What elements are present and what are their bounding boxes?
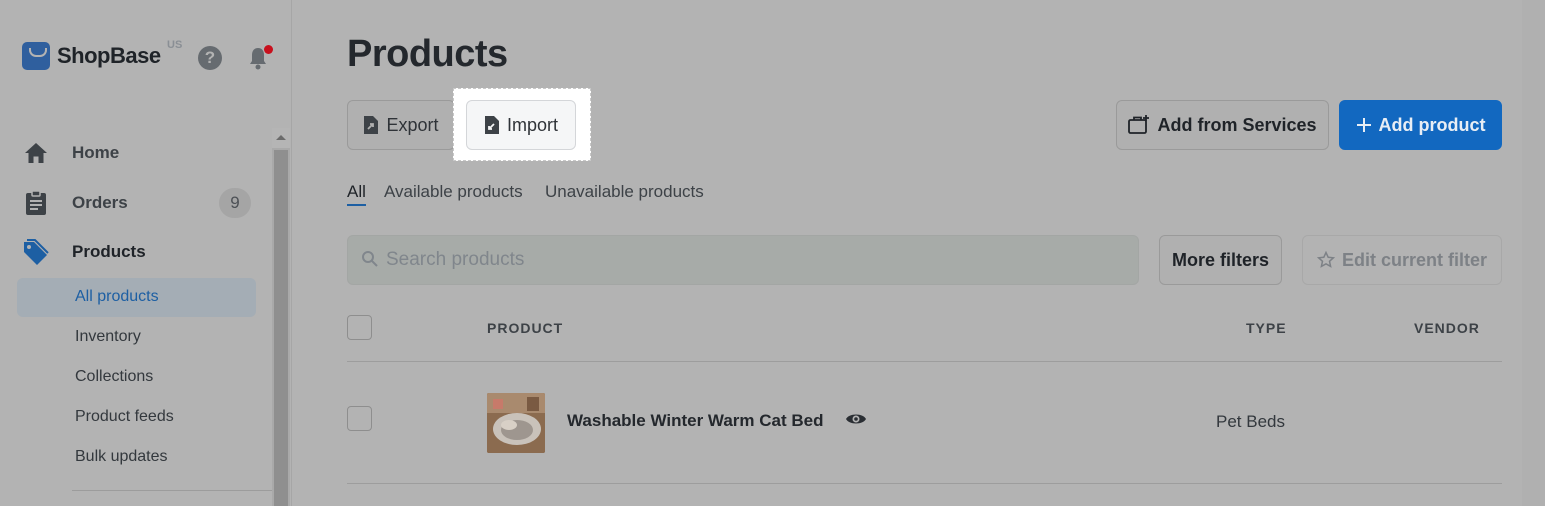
select-all-checkbox[interactable] bbox=[347, 315, 372, 340]
export-button[interactable]: Export bbox=[347, 100, 455, 150]
briefcase-plus-icon bbox=[1128, 115, 1150, 134]
sidebar-item-label: Orders bbox=[72, 193, 128, 212]
active-tab-underline bbox=[347, 204, 366, 206]
region-label: US bbox=[167, 39, 183, 51]
table-row-divider bbox=[347, 483, 1502, 484]
file-import-icon bbox=[484, 116, 499, 134]
more-filters-button[interactable]: More filters bbox=[1159, 235, 1282, 285]
product-type: Pet Beds bbox=[1216, 412, 1285, 431]
search-input[interactable] bbox=[386, 236, 1126, 284]
orders-count-badge: 9 bbox=[219, 188, 251, 218]
sidebar-subitem-product-feeds[interactable]: Product feeds bbox=[75, 408, 174, 426]
sidebar-subitem-collections[interactable]: Collections bbox=[75, 368, 153, 386]
row-checkbox[interactable] bbox=[347, 406, 372, 431]
edit-current-filter-button[interactable]: Edit current filter bbox=[1302, 235, 1502, 285]
page-title: Products bbox=[347, 33, 508, 75]
sidebar-subitem-bulk-updates[interactable]: Bulk updates bbox=[75, 448, 168, 466]
tab-unavailable-products[interactable]: Unavailable products bbox=[545, 182, 704, 202]
tab-available-products[interactable]: Available products bbox=[384, 182, 523, 202]
sidebar-divider bbox=[72, 490, 272, 491]
sidebar: ShopBase US ? Home Orders 9 Products All… bbox=[0, 0, 292, 506]
column-header-type[interactable]: TYPE bbox=[1246, 320, 1287, 336]
sidebar-scrollbar[interactable] bbox=[272, 128, 290, 506]
page-scroll-gutter bbox=[1522, 0, 1545, 506]
column-header-vendor[interactable]: VENDOR bbox=[1414, 320, 1480, 336]
home-icon bbox=[25, 143, 47, 163]
add-from-services-button[interactable]: Add from Services bbox=[1116, 100, 1329, 150]
sidebar-item-home[interactable]: Home bbox=[22, 138, 119, 168]
brand-name: ShopBase bbox=[57, 43, 161, 68]
add-from-services-label: Add from Services bbox=[1157, 114, 1317, 135]
sidebar-item-label: Home bbox=[72, 143, 120, 162]
product-thumbnail[interactable] bbox=[487, 393, 545, 453]
product-name-link[interactable]: Washable Winter Warm Cat Bed bbox=[567, 411, 823, 431]
eye-icon[interactable] bbox=[845, 410, 867, 428]
sidebar-item-products[interactable]: Products bbox=[22, 237, 146, 267]
star-icon bbox=[1316, 251, 1335, 268]
notification-dot bbox=[264, 45, 273, 54]
search-box bbox=[347, 235, 1139, 285]
plus-icon bbox=[1356, 118, 1371, 132]
table-header-divider bbox=[347, 361, 1502, 362]
sidebar-subitem-all-products[interactable]: All products bbox=[75, 288, 159, 306]
file-export-icon bbox=[364, 116, 379, 134]
export-label: Export bbox=[386, 114, 439, 135]
help-icon[interactable]: ? bbox=[198, 46, 222, 70]
tag-icon bbox=[24, 239, 49, 265]
sidebar-item-label: Products bbox=[72, 242, 146, 261]
shopbase-bag-icon bbox=[22, 42, 50, 70]
column-header-product[interactable]: PRODUCT bbox=[487, 320, 563, 336]
import-label: Import bbox=[506, 114, 558, 135]
cat-bed-image bbox=[487, 393, 545, 453]
tab-all[interactable]: All bbox=[347, 182, 366, 202]
sidebar-subitem-inventory[interactable]: Inventory bbox=[75, 328, 141, 346]
add-product-button[interactable]: Add product bbox=[1339, 100, 1502, 150]
edit-current-filter-label: Edit current filter bbox=[1341, 249, 1488, 270]
scrollbar-thumb[interactable] bbox=[274, 150, 288, 506]
scroll-up-arrow-icon[interactable] bbox=[272, 128, 290, 148]
clipboard-icon bbox=[26, 190, 46, 215]
more-filters-label: More filters bbox=[1171, 249, 1270, 270]
add-product-label: Add product bbox=[1378, 114, 1486, 135]
search-icon bbox=[362, 251, 378, 267]
sidebar-item-orders[interactable]: Orders bbox=[22, 188, 128, 218]
shopbase-logo[interactable]: ShopBase bbox=[22, 42, 161, 70]
import-button[interactable]: Import bbox=[466, 100, 576, 150]
